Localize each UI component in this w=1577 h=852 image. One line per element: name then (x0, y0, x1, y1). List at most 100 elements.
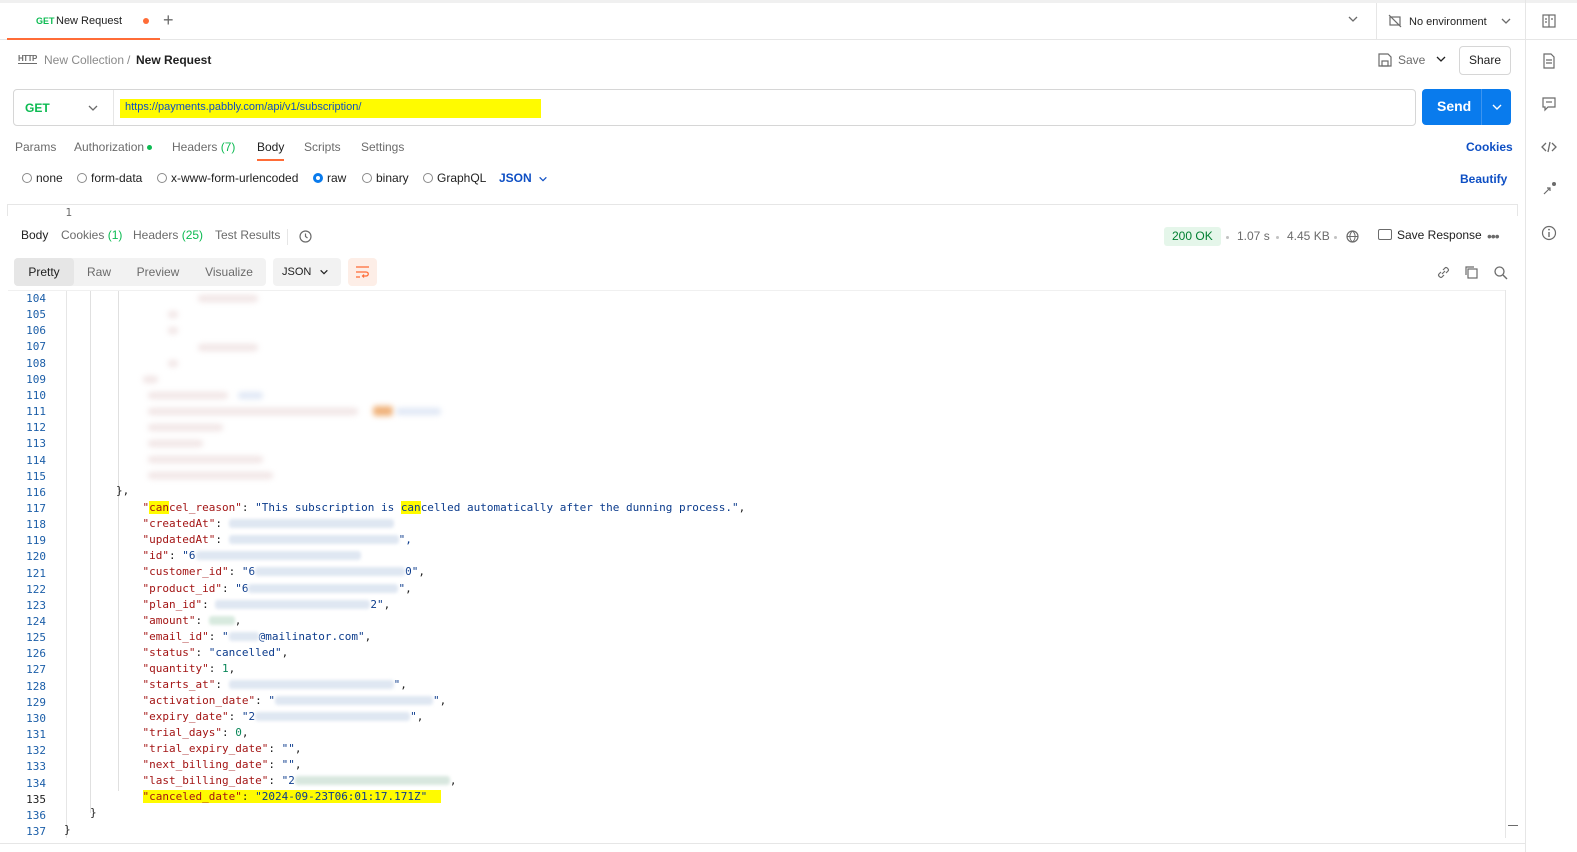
code-key: activation_date (149, 694, 249, 707)
save-response-button[interactable]: Save Response (1378, 228, 1482, 242)
view-mode-segment: Pretty Raw Preview Visualize (14, 258, 266, 286)
response-body-viewer[interactable]: 104 105 106 107 108 109 110 111 112 113 114 115 116 1… (8, 290, 1506, 838)
breadcrumb-collection[interactable]: New Collection (44, 53, 124, 67)
radio-binary[interactable]: binary (362, 171, 409, 185)
chevron-down-icon (1501, 18, 1511, 24)
tab-scripts-label: Scripts (304, 140, 341, 154)
code-string: cancelled (215, 646, 275, 659)
response-size[interactable]: 4.45 KB (1287, 229, 1330, 243)
separator-dot (1276, 236, 1279, 239)
response-tab-headers[interactable]: Headers (25) (133, 228, 203, 242)
redacted-content (148, 456, 263, 463)
redacted-value (294, 776, 450, 785)
code-string: This subscription is (261, 501, 401, 514)
more-options-icon[interactable]: ••• (1487, 228, 1500, 244)
send-button[interactable]: Send (1422, 89, 1511, 125)
radio-raw[interactable]: raw (313, 171, 346, 185)
search-icon[interactable] (1493, 265, 1508, 280)
response-tab-cookies-count: (1) (107, 228, 123, 242)
line-number: 106 (26, 324, 46, 338)
code-key: plan_id (149, 598, 196, 611)
view-preview[interactable]: Preview (128, 258, 188, 286)
tab-scripts[interactable]: Scripts (304, 140, 341, 154)
line-number: 110 (26, 388, 46, 402)
tab-params[interactable]: Params (15, 140, 56, 154)
tabs-chevron-down-icon[interactable] (1347, 13, 1359, 25)
save-icon (1378, 53, 1392, 67)
tab-headers-count: (7) (220, 140, 236, 154)
response-tab-body[interactable]: Body (21, 228, 48, 242)
code-number: 0 (235, 726, 242, 739)
history-icon[interactable] (298, 229, 313, 244)
line-number: 114 (26, 453, 46, 467)
body-format-select[interactable]: JSON (499, 171, 547, 185)
tab-authorization[interactable]: Authorization (74, 140, 153, 154)
request-body-editor[interactable]: 1 (7, 204, 1518, 216)
link-icon[interactable] (1436, 265, 1451, 280)
divider (287, 229, 288, 245)
radio-circle-icon (77, 173, 87, 183)
tab-body[interactable]: Body (257, 140, 285, 161)
line-number: 119 (26, 534, 46, 548)
line-number: 121 (26, 566, 46, 580)
code-line-131: "trial_days": 0, (142, 726, 249, 739)
line-number: 133 (26, 760, 46, 774)
copy-icon[interactable] (1464, 265, 1479, 280)
new-tab-plus-icon[interactable]: + (163, 11, 174, 29)
info-icon[interactable] (1541, 225, 1557, 241)
save-options-chevron-icon[interactable] (1435, 53, 1447, 65)
code-token: } (90, 806, 97, 819)
response-tab-test-results[interactable]: Test Results (215, 228, 280, 242)
share-button[interactable]: Share (1459, 46, 1511, 75)
method-select[interactable]: GET (14, 90, 114, 125)
no-environment-icon (1388, 14, 1402, 28)
status-badge[interactable]: 200 OK (1164, 227, 1221, 246)
response-format-select[interactable]: JSON (273, 258, 341, 286)
code-key: starts_at (149, 678, 209, 691)
status-bar (0, 843, 1525, 852)
redacted-content (168, 327, 178, 334)
related-collections-icon[interactable] (1541, 181, 1557, 197)
tab-headers[interactable]: Headers (7) (172, 140, 235, 154)
code-line-130: "expiry_date": "2 ", (142, 710, 424, 723)
gutter-divider (66, 291, 67, 838)
radio-form-data[interactable]: form-data (77, 171, 142, 185)
environment-quicklook-icon[interactable] (1541, 13, 1557, 29)
breadcrumb-request-name[interactable]: New Request (136, 53, 211, 67)
code-line-128: "starts_at": ", (142, 678, 407, 691)
send-options-chevron-icon[interactable] (1491, 101, 1503, 113)
wrap-lines-button[interactable] (348, 258, 377, 286)
view-raw[interactable]: Raw (74, 258, 124, 286)
radio-none[interactable]: none (22, 171, 63, 185)
beautify-link[interactable]: Beautify (1460, 172, 1507, 186)
code-line-127: "quantity": 1, (142, 662, 236, 675)
response-time[interactable]: 1.07 s (1237, 229, 1270, 243)
url-input[interactable]: https://payments.pabbly.com/api/v1/subsc… (120, 99, 541, 118)
redacted-value (228, 519, 394, 528)
radio-circle-icon (362, 173, 372, 183)
scroll-indicator[interactable] (1508, 825, 1518, 826)
redacted-value (208, 616, 235, 625)
chevron-down-icon (320, 269, 328, 275)
redacted-content (198, 344, 258, 351)
tab-settings[interactable]: Settings (361, 140, 404, 154)
code-key: trial_days (149, 726, 216, 739)
comments-icon[interactable] (1541, 96, 1557, 112)
view-visualize[interactable]: Visualize (198, 258, 260, 286)
network-globe-icon[interactable] (1345, 229, 1360, 244)
line-number: 123 (26, 598, 46, 612)
code-snippet-icon[interactable] (1541, 139, 1557, 155)
documentation-icon[interactable] (1541, 53, 1557, 69)
radio-urlencoded[interactable]: x-www-form-urlencoded (157, 171, 298, 185)
vertical-scrollbar[interactable] (1505, 290, 1506, 838)
response-tab-cookies-label: Cookies (61, 228, 105, 242)
request-tab[interactable]: GET New Request (7, 3, 160, 40)
cookies-link[interactable]: Cookies (1466, 140, 1513, 154)
radio-circle-icon (157, 173, 167, 183)
code-key: id (149, 549, 163, 562)
radio-graphql[interactable]: GraphQL (423, 171, 486, 185)
environment-selector[interactable]: No environment (1376, 3, 1526, 40)
code-line-122: "product_id": "6 ", (142, 582, 412, 595)
response-tab-cookies[interactable]: Cookies (1) (61, 228, 122, 242)
view-pretty[interactable]: Pretty (14, 258, 74, 286)
